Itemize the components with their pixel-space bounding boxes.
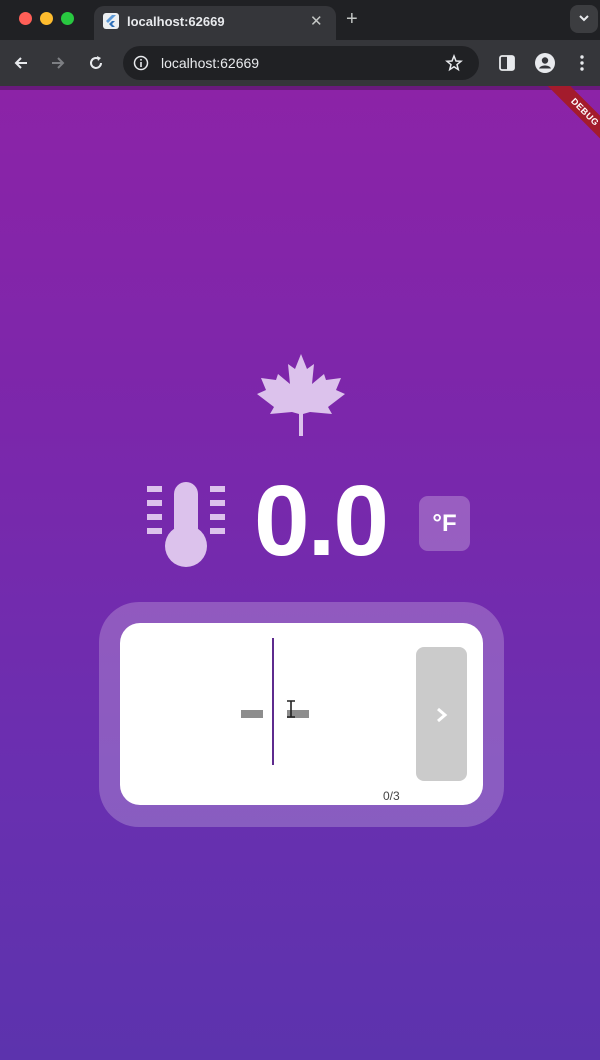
maple-leaf-icon (257, 354, 345, 436)
reload-icon[interactable] (86, 53, 106, 73)
temperature-value: 0.0 (254, 465, 389, 577)
browser-tab[interactable]: localhost:62669 ✕ (94, 6, 336, 40)
maximize-window-button[interactable] (61, 12, 74, 25)
address-bar[interactable]: localhost:62669 (123, 46, 479, 80)
side-panel-icon[interactable] (498, 54, 516, 72)
bookmark-star-icon[interactable] (445, 54, 463, 72)
flutter-favicon-icon (103, 13, 119, 29)
text-cursor (272, 638, 274, 765)
app-viewport: DEBUG 0.0 °F 0/3 (0, 86, 600, 1060)
close-window-button[interactable] (19, 12, 32, 25)
input-panel: 0/3 (99, 602, 504, 827)
tab-close-icon[interactable]: ✕ (310, 12, 323, 32)
thermometer-icon (147, 482, 225, 567)
browser-titlebar: localhost:62669 ✕ + (0, 0, 600, 40)
more-options-icon[interactable] (576, 54, 588, 72)
debug-banner: DEBUG (540, 86, 600, 157)
character-counter: 0/3 (383, 789, 400, 803)
back-icon[interactable] (11, 53, 31, 73)
chevron-down-icon (579, 15, 589, 22)
tab-search-button[interactable] (570, 5, 598, 33)
profile-icon[interactable] (534, 52, 556, 74)
site-info-icon[interactable] (133, 55, 149, 71)
temperature-input-card[interactable]: 0/3 (120, 623, 483, 805)
digit-placeholder (241, 710, 263, 718)
next-button[interactable] (416, 647, 467, 781)
ibeam-cursor-icon (287, 700, 295, 718)
minimize-window-button[interactable] (40, 12, 53, 25)
new-tab-button[interactable]: + (346, 8, 358, 30)
url-text[interactable]: localhost:62669 (161, 54, 259, 72)
forward-icon[interactable] (48, 53, 68, 73)
chevron-right-icon (437, 707, 448, 723)
tab-title: localhost:62669 (127, 14, 225, 29)
unit-toggle-button[interactable]: °F (419, 496, 470, 551)
